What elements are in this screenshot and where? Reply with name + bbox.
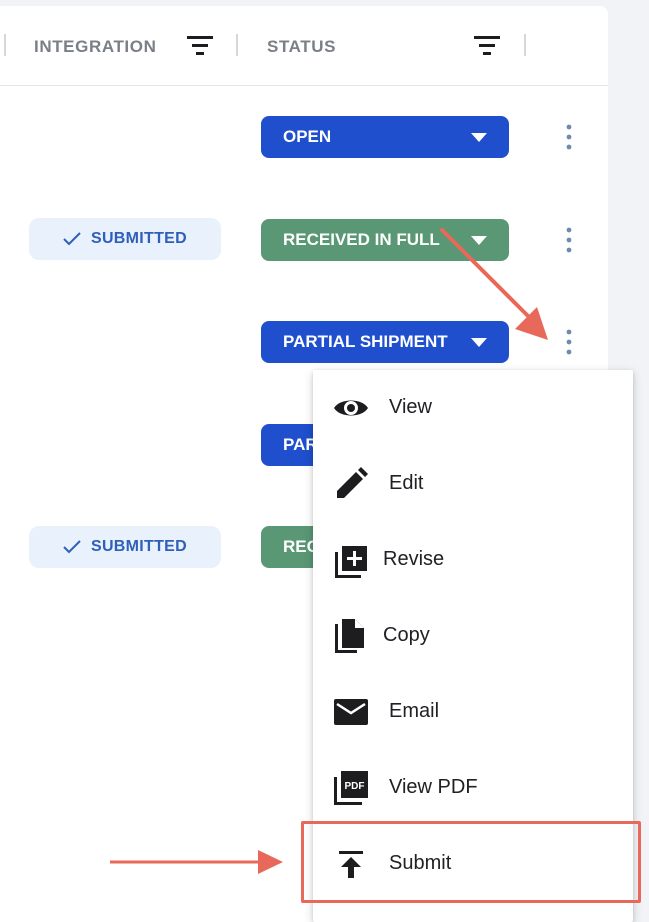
eye-icon [334,400,368,416]
menu-item-label: Copy [383,624,430,646]
library-add-icon [335,546,367,578]
menu-item-view[interactable]: View [313,370,633,446]
menu-item-label: Edit [389,472,424,494]
badge-label: SUBMITTED [90,538,188,555]
caret-down-icon [471,236,487,245]
column-separator [524,34,526,56]
menu-item-label: Revise [383,548,445,570]
menu-item-revise[interactable]: Revise [313,522,633,598]
menu-item-view-pdf[interactable]: PDF View PDF [313,750,633,826]
more-vert-icon[interactable] [558,123,580,151]
badge-label: SUBMITTED [90,230,188,247]
status-dropdown[interactable]: OPEN [261,116,509,158]
caret-down-icon [471,133,487,142]
menu-item-copy[interactable]: Copy [313,598,633,674]
table-header: INTEGRATION STATUS [0,6,608,86]
filter-icon[interactable] [187,34,213,56]
more-vert-icon[interactable] [558,226,580,254]
menu-item-label: View PDF [389,776,478,798]
annotation-highlight-box [301,821,641,903]
menu-item-edit[interactable]: Edit [313,446,633,522]
file-copy-icon [335,619,364,653]
status-label: OPEN [283,127,332,146]
column-separator [4,34,6,56]
column-separator [236,34,238,56]
check-icon [63,232,81,246]
mail-icon [334,699,368,725]
pencil-icon [337,467,368,498]
svg-text:PDF: PDF [345,781,365,792]
menu-item-label: Email [389,700,440,722]
more-vert-icon[interactable] [558,328,580,356]
integration-column-title: INTEGRATION [34,37,157,56]
filter-icon[interactable] [474,34,500,56]
pdf-icon: PDF [334,771,368,805]
integration-status-badge: SUBMITTED [29,526,221,568]
status-dropdown[interactable]: PARTIAL SHIPMENT [261,321,509,363]
status-label: PARTIAL SHIPMENT [283,332,448,351]
menu-item-label: View [389,396,432,418]
caret-down-icon [471,338,487,347]
status-dropdown[interactable]: RECEIVED IN FULL [261,219,509,261]
status-column-title: STATUS [267,37,337,56]
check-icon [63,540,81,554]
status-label: RECEIVED IN FULL [283,230,440,249]
integration-status-badge: SUBMITTED [29,218,221,260]
menu-item-email[interactable]: Email [313,674,633,750]
